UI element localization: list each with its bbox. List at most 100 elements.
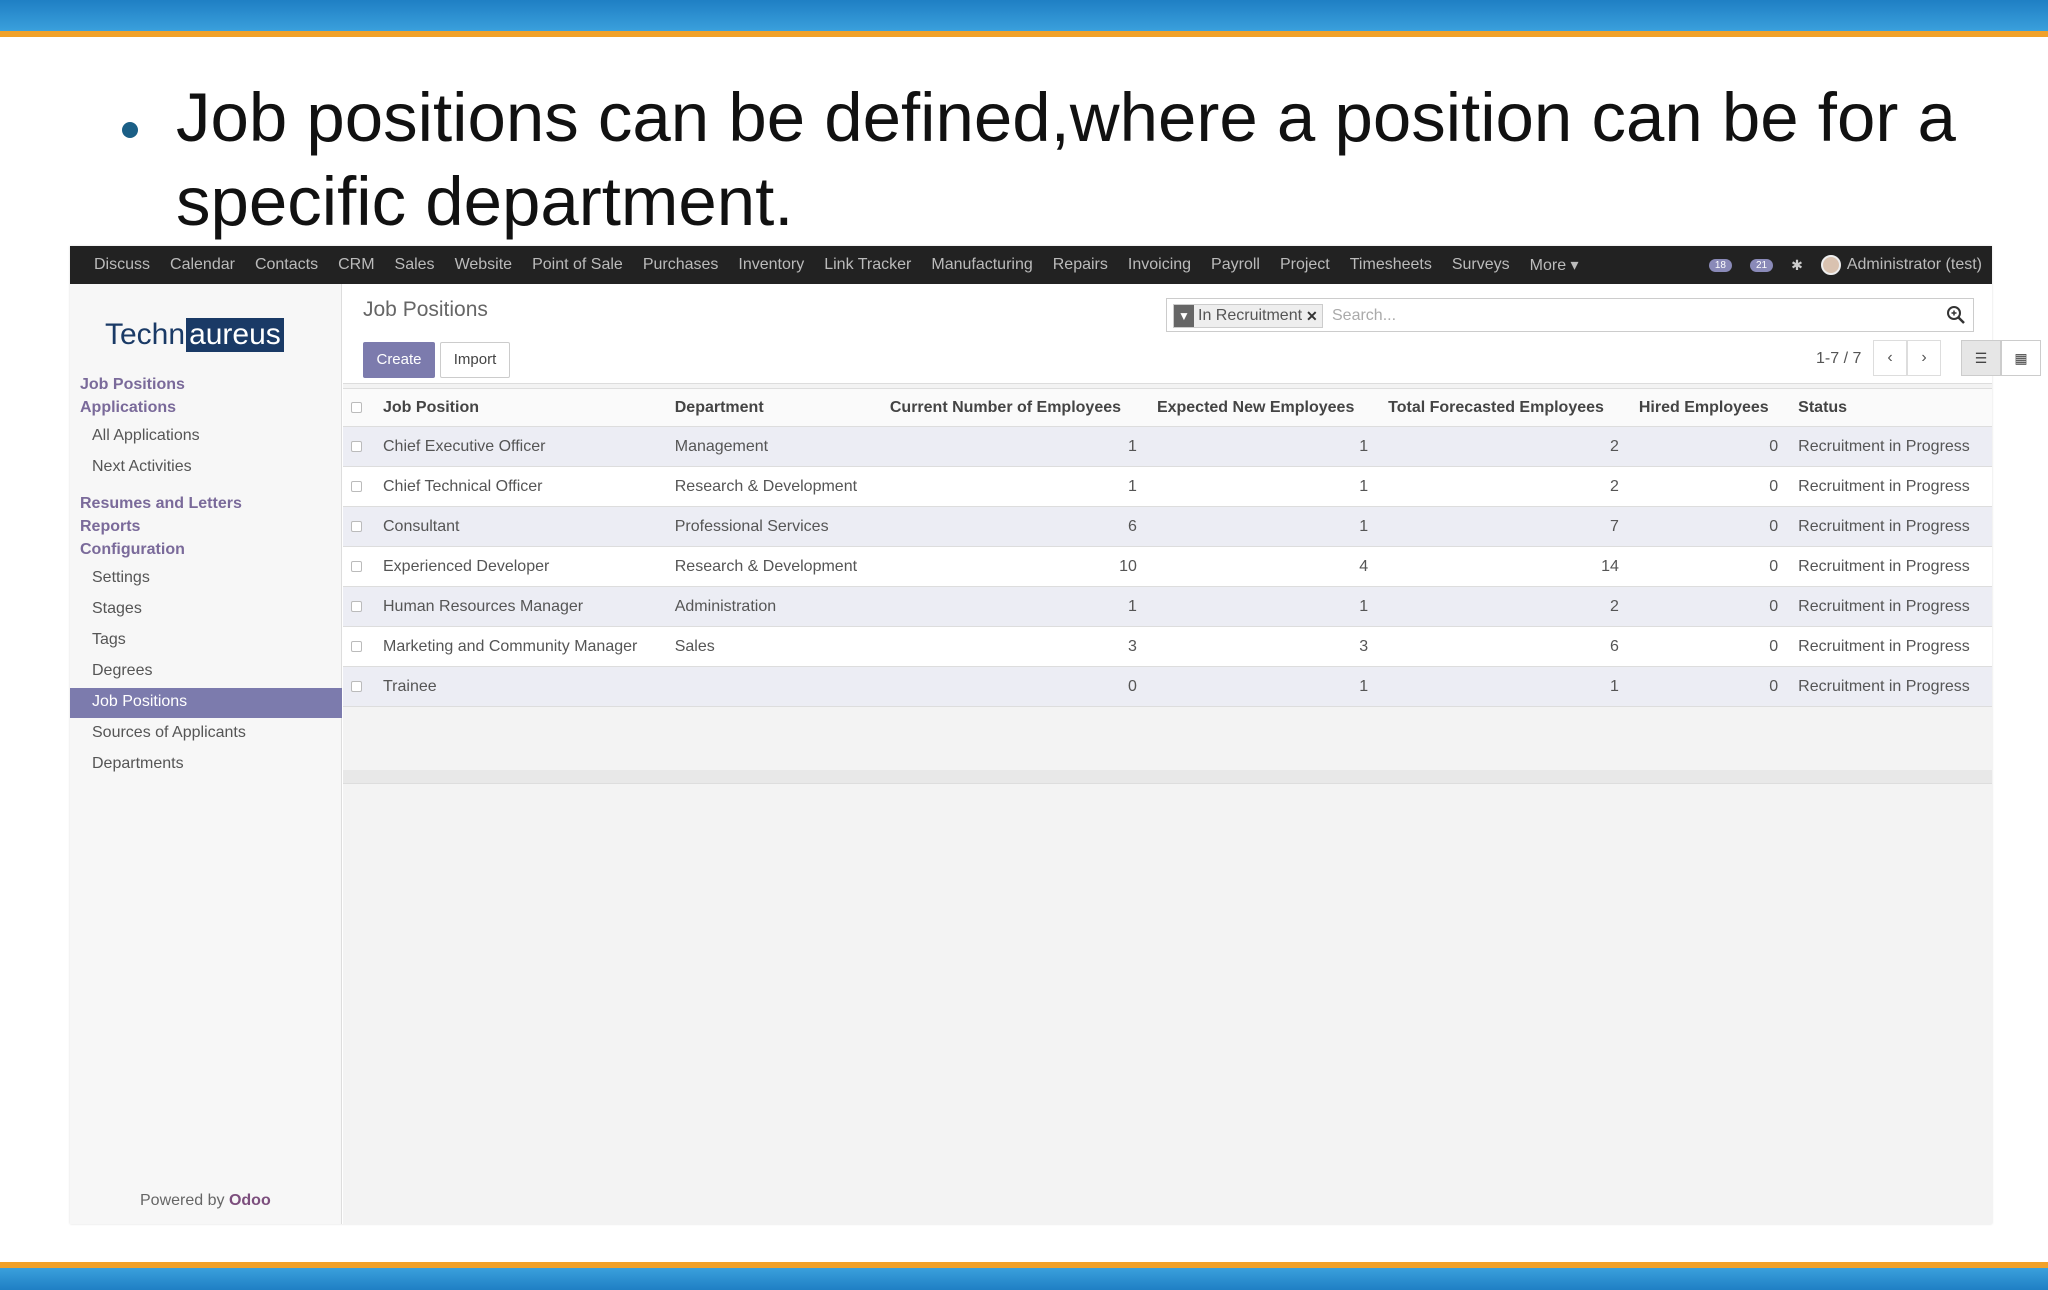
table-row[interactable]: Consultant Professional Services 6 1 7 0 Recru… <box>343 506 1992 547</box>
select-all-checkbox[interactable] <box>343 388 373 427</box>
topnav-menu-5[interactable]: Website <box>455 256 513 274</box>
topnav-menu-12[interactable]: Invoicing <box>1128 256 1191 274</box>
table-row[interactable]: Chief Technical Officer Research & Develo… <box>343 466 1992 507</box>
table-row[interactable]: Chief Executive Officer Management 1 1 2 0 Rec… <box>343 426 1992 467</box>
close-icon[interactable]: ✕ <box>1306 308 1322 325</box>
sidebar-item-active[interactable]: Job Positions <box>70 688 342 718</box>
table-cell: Administration <box>664 586 880 627</box>
search-box[interactable]: ▼ In Recruitment ✕ Search... <box>1166 298 1974 332</box>
table-cell: 1 <box>1146 586 1379 627</box>
activities-badge[interactable]: 21 <box>1750 258 1774 272</box>
table-cell: 0 <box>1628 506 1789 547</box>
column-header[interactable]: Status <box>1788 388 1992 427</box>
topnav-menu-16[interactable]: Surveys <box>1452 256 1510 274</box>
topnav-menu-10[interactable]: Manufacturing <box>931 256 1032 274</box>
table-cell: 1 <box>1146 666 1379 707</box>
list-view-icon[interactable]: ☰ <box>1961 340 2001 376</box>
chevron-left-icon[interactable]: ‹ <box>1873 340 1907 376</box>
row-checkbox[interactable] <box>343 466 373 507</box>
topnav-menu-14[interactable]: Project <box>1280 256 1330 274</box>
table-cell: Consultant <box>373 506 665 547</box>
topnav-menu-7[interactable]: Purchases <box>643 256 719 274</box>
sidebar-item-label: Job Positions <box>92 693 188 710</box>
row-checkbox[interactable] <box>343 586 373 627</box>
sidebar-section-1[interactable]: Applications <box>80 399 176 417</box>
table-row[interactable]: Experienced Developer Research & Developm… <box>343 546 1992 587</box>
debug-icon[interactable]: ✱ <box>1791 257 1803 274</box>
kanban-view-icon[interactable]: ▦ <box>2001 340 2041 376</box>
sidebar-section-2[interactable]: Resumes and Letters <box>80 495 242 513</box>
column-header[interactable]: Job Position <box>373 388 665 427</box>
facet-label: In Recruitment <box>1198 307 1303 324</box>
topnav-menu-17[interactable]: More ▾ <box>1530 255 1579 275</box>
table-cell: 0 <box>1628 466 1789 507</box>
sidebar-item[interactable]: Sources of Applicants <box>92 724 246 742</box>
topnav-menu-9[interactable]: Link Tracker <box>824 256 911 274</box>
pager-value[interactable]: 1-7 / 7 <box>1816 350 1861 368</box>
sidebar-item[interactable]: Next Activities <box>92 458 192 476</box>
table-row[interactable]: Trainee 0 1 1 0 Recruitment in Progress <box>343 666 1992 707</box>
column-header[interactable]: Current Number of Employees <box>879 388 1147 427</box>
column-header[interactable]: Expected New Employees <box>1146 388 1379 427</box>
topnav-menu-4[interactable]: Sales <box>395 256 435 274</box>
sidebar-section-3[interactable]: Reports <box>80 518 140 536</box>
topnav-menu-6[interactable]: Point of Sale <box>532 256 623 274</box>
import-button[interactable]: Import <box>440 342 510 378</box>
table-cell: Experienced Developer <box>373 546 665 587</box>
filter-icon: ▼ <box>1174 305 1194 327</box>
column-header[interactable]: Hired Employees <box>1628 388 1789 427</box>
table-cell: 1 <box>1146 506 1379 547</box>
row-checkbox[interactable] <box>343 626 373 667</box>
table-cell: 0 <box>1628 666 1789 707</box>
topnav-menu-1[interactable]: Calendar <box>170 256 235 274</box>
row-checkbox[interactable] <box>343 506 373 547</box>
table-cell: 1 <box>879 586 1147 627</box>
row-checkbox[interactable] <box>343 666 373 707</box>
sidebar-section-4[interactable]: Configuration <box>80 541 185 559</box>
sidebar-item[interactable]: Degrees <box>92 662 152 680</box>
company-logo: Techn aureus <box>105 318 284 352</box>
row-checkbox[interactable] <box>343 426 373 467</box>
sidebar-item[interactable]: Departments <box>92 755 184 773</box>
table-cell: Management <box>664 426 880 467</box>
search-input[interactable]: Search... <box>1332 307 1396 325</box>
job-positions-table: Job Position Department Current Number of … <box>343 388 1992 707</box>
topnav-menu-0[interactable]: Discuss <box>94 256 150 274</box>
sidebar-item[interactable]: Tags <box>92 631 126 649</box>
column-header[interactable]: Total Forecasted Employees <box>1378 388 1629 427</box>
table-row[interactable]: Marketing and Community Manager Sales 3 3 6 0… <box>343 626 1992 667</box>
slide-headline: Job positions can be defined,where a pos… <box>176 79 1956 240</box>
create-button[interactable]: Create <box>363 342 435 378</box>
topnav-menu-11[interactable]: Repairs <box>1053 256 1108 274</box>
sidebar: Techn aureus Job Positions Applications All… <box>70 284 342 1224</box>
table-cell: Research & Development <box>664 466 880 507</box>
user-menu[interactable]: Administrator (test) <box>1820 255 1982 275</box>
search-icon[interactable] <box>1945 304 1967 326</box>
sidebar-item[interactable]: Stages <box>92 600 142 618</box>
topnav-menu-3[interactable]: CRM <box>338 256 374 274</box>
table-row[interactable]: Human Resources Manager Administration 1 1 2… <box>343 586 1992 627</box>
table-cell: 3 <box>879 626 1147 667</box>
bullet-dot-icon <box>122 122 138 138</box>
topnav-menu-15[interactable]: Timesheets <box>1350 256 1432 274</box>
chevron-right-icon[interactable]: › <box>1907 340 1941 376</box>
sidebar-item[interactable]: All Applications <box>92 427 200 445</box>
table-cell: Recruitment in Progress <box>1788 586 1992 627</box>
messages-badge[interactable]: 18 <box>1708 258 1732 272</box>
topnav-menu-8[interactable]: Inventory <box>738 256 804 274</box>
sidebar-section-0[interactable]: Job Positions <box>80 376 185 394</box>
table-cell: 0 <box>1628 626 1789 667</box>
table-cell: Human Resources Manager <box>373 586 665 627</box>
main-content: Job Positions Create Import ▼ In Recruit… <box>343 284 2041 1224</box>
table-cell: 0 <box>1628 426 1789 467</box>
table-cell: 1 <box>879 426 1147 467</box>
column-header[interactable]: Department <box>664 388 880 427</box>
row-checkbox[interactable] <box>343 546 373 587</box>
powered-brand-link[interactable]: Odoo <box>229 1192 271 1209</box>
table-cell: 2 <box>1378 586 1629 627</box>
sidebar-item[interactable]: Settings <box>92 569 150 587</box>
topnav-menu-2[interactable]: Contacts <box>255 256 318 274</box>
topnav-menu-13[interactable]: Payroll <box>1211 256 1260 274</box>
breadcrumb[interactable]: Job Positions <box>363 298 488 322</box>
table-cell: 7 <box>1378 506 1629 547</box>
